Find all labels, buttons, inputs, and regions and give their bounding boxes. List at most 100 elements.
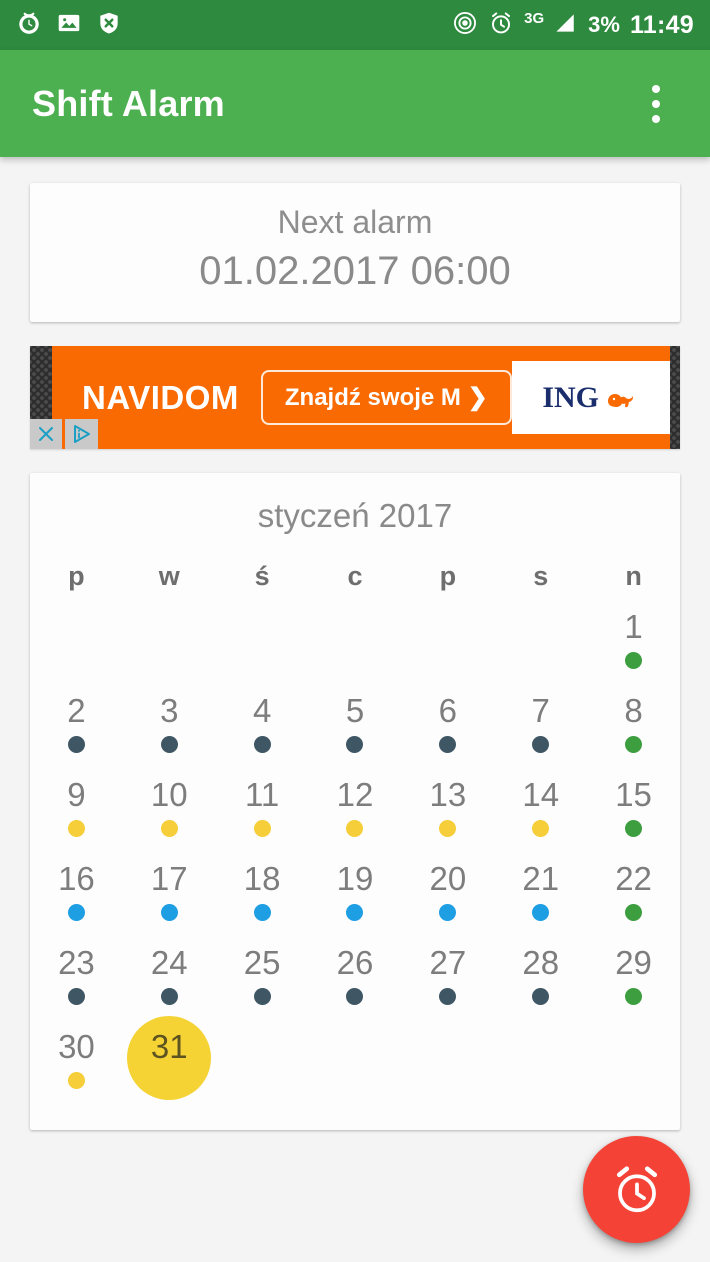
calendar-day-shift-dot-dark [67,988,85,1006]
calendar-day-number: 9 [67,776,86,814]
calendar-day-9[interactable]: 9 [30,772,123,856]
calendar-card: styczeń 2017 pwścpsn 1 2 3 4 5 6 7 8 9 10 11 12 13 14… [30,473,680,1131]
calendar-day-shift-dot-dark [439,736,457,754]
calendar-day-19[interactable]: 19 [309,856,402,940]
calendar-day-18[interactable]: 18 [216,856,309,940]
calendar-day-number: 20 [429,860,467,898]
ad-controls[interactable] [30,419,98,450]
main-content: Next alarm 01.02.2017 06:00 NAVIDOM Znaj… [0,183,710,1131]
calendar-day-shift-dot-dark [253,988,271,1006]
next-alarm-card[interactable]: Next alarm 01.02.2017 06:00 [30,183,680,323]
calendar-day-number: 19 [336,860,374,898]
calendar-day-13[interactable]: 13 [401,772,494,856]
calendar-weekday-4: p [439,561,457,592]
calendar-day-number: 5 [345,692,365,730]
calendar-day-20[interactable]: 20 [401,856,494,940]
calendar-weekday-2: ś [254,561,270,592]
ad-choices-icon[interactable] [62,419,98,450]
ad-close-icon[interactable] [30,419,62,449]
calendar-day-number: 16 [58,860,95,898]
calendar-day-shift-dot-dark [439,988,457,1006]
calendar-day-27[interactable]: 27 [401,940,494,1024]
calendar-day-number: 3 [160,692,179,730]
calendar-day-8[interactable]: 8 [587,688,680,772]
calendar-day-shift-dot-dark [532,988,550,1006]
add-alarm-fab[interactable] [583,1136,690,1243]
calendar-day-number: 17 [150,860,188,898]
calendar-day-25[interactable]: 25 [216,940,309,1024]
ad-logo-text: ING [542,380,600,414]
calendar-day-number: 8 [624,692,643,730]
calendar-day-3[interactable]: 3 [123,688,216,772]
calendar-day-shift-dot-green [625,820,643,838]
alarm-icon [488,10,514,41]
calendar-day-shift-dot-blue [532,904,550,922]
calendar-day-31[interactable]: 31 [123,1016,216,1108]
app-bar: Shift Alarm [0,50,710,157]
calendar-day-number: 30 [58,1028,95,1066]
calendar-day-17[interactable]: 17 [123,856,216,940]
calendar-day-number: 18 [243,860,281,898]
calendar-day-21[interactable]: 21 [494,856,587,940]
calendar-day-1[interactable]: 1 [587,604,680,688]
calendar-day-shift-dot-blue [439,904,457,922]
next-alarm-value: 01.02.2017 06:00 [199,249,511,294]
ad-cta-button[interactable]: Znajdź swoje M ❯ [260,370,512,426]
calendar-day-11[interactable]: 11 [216,772,309,856]
calendar-day-6[interactable]: 6 [401,688,494,772]
calendar-day-shift-dot-dark [532,736,550,754]
calendar-weekday-3: c [347,561,363,592]
ad-advertiser-logo: ING [511,361,670,435]
calendar-day-shift-dot-yellow [67,1072,85,1090]
calendar-day-26[interactable]: 26 [309,940,402,1024]
calendar-month-title: styczeń 2017 [257,497,453,535]
status-bar-left-icons [16,10,122,41]
calendar-day-shift-dot-green [625,988,643,1006]
ad-banner[interactable]: NAVIDOM Znajdź swoje M ❯ ING [30,346,680,450]
calendar-day-23[interactable]: 23 [30,940,123,1024]
calendar-day-number: 22 [615,860,652,898]
app-title: Shift Alarm [32,82,225,124]
ad-content[interactable]: NAVIDOM Znajdź swoje M ❯ ING [52,346,670,449]
calendar-day-15[interactable]: 15 [587,772,680,856]
calendar-day-12[interactable]: 12 [309,772,402,856]
calendar-day-shift-dot-green [625,736,643,754]
calendar-day-number: 13 [429,776,467,814]
calendar-day-shift-dot-yellow [532,820,550,838]
calendar-day-number: 10 [150,776,188,814]
calendar-day-7[interactable]: 7 [494,688,587,772]
calendar-day-shift-dot-dark [160,736,178,754]
calendar-day-14[interactable]: 14 [494,772,587,856]
calendar-weekday-6: n [625,561,642,592]
calendar-day-number: 1 [624,608,643,646]
overflow-dot [652,99,660,108]
calendar-day-16[interactable]: 16 [30,856,123,940]
calendar-day-2[interactable]: 2 [30,688,123,772]
overflow-dot [652,114,660,123]
overflow-dot [652,84,660,93]
network-type-label: 3G [524,9,545,27]
calendar-day-4[interactable]: 4 [216,688,309,772]
ad-brand-label: NAVIDOM [82,378,239,416]
calendar-day-10[interactable]: 10 [123,772,216,856]
calendar-day-29[interactable]: 29 [587,940,680,1024]
calendar-day-shift-dot-yellow [346,820,364,838]
calendar-day-number: 23 [58,944,95,982]
ad-right-edge [669,346,680,450]
calendar-day-shift-dot-blue [253,904,271,922]
calendar-day-number: 31 [150,1028,188,1066]
calendar-day-30[interactable]: 30 [30,1024,123,1108]
app-screen: 3G 3% 11:49 Shift Alarm Next alarm 01.02… [0,0,710,1262]
image-icon [56,10,82,41]
more-vert-icon[interactable] [634,76,678,132]
calendar-day-number: 28 [522,944,560,982]
next-alarm-label: Next alarm [277,204,433,240]
calendar-day-shift-dot-dark [346,988,364,1006]
calendar-day-grid: 1 2 3 4 5 6 7 8 9 10 11 12 13 14 15 16 17 18 19 20 21 22 23 24 2… [30,604,680,1108]
calendar-day-5[interactable]: 5 [309,688,402,772]
calendar-day-22[interactable]: 22 [587,856,680,940]
calendar-day-24[interactable]: 24 [123,940,216,1024]
calendar-day-number: 24 [150,944,188,982]
calendar-day-28[interactable]: 28 [494,940,587,1024]
calendar-day-number: 11 [245,776,280,814]
